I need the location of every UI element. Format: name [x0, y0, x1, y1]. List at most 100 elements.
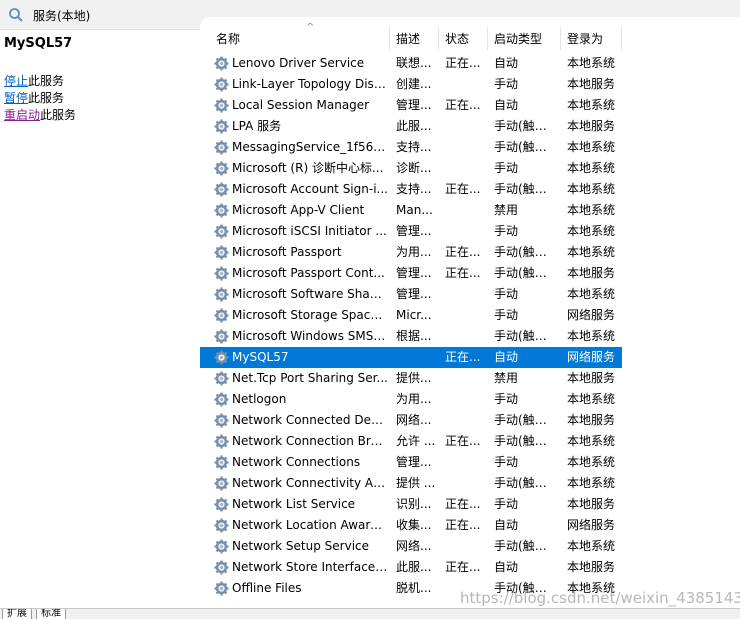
- table-row[interactable]: Microsoft Software Shad... 管理... 手动 本地系统: [200, 284, 622, 305]
- column-startup-type[interactable]: 启动类型: [488, 27, 561, 51]
- table-row[interactable]: Microsoft iSCSI Initiator ... 管理... 手动 本地系统: [200, 221, 622, 242]
- table-row[interactable]: Network Store Interface ... 此服... 正在... 自动 本…: [200, 557, 622, 578]
- service-status-cell: [445, 200, 487, 221]
- column-name[interactable]: ^ 名称: [210, 22, 390, 51]
- service-name-cell: Microsoft App-V Client: [232, 203, 365, 217]
- service-logon-cell: 本地系统: [567, 203, 616, 217]
- service-status-cell: [445, 284, 487, 305]
- service-description-cell: 诊断...: [396, 161, 432, 175]
- service-startup-cell: 手动: [494, 77, 519, 91]
- service-name-cell: Microsoft Storage Space...: [232, 308, 388, 322]
- service-gear-icon: [214, 161, 229, 176]
- service-description-cell: 管理...: [396, 224, 432, 238]
- service-gear-icon: [214, 518, 229, 533]
- service-status-cell: 正在...: [445, 497, 481, 511]
- service-gear-icon: [214, 98, 229, 113]
- table-row[interactable]: Microsoft Passport Cont... 管理... 正在... 手动(触…: [200, 263, 622, 284]
- service-name-cell: Microsoft Passport Cont...: [232, 266, 385, 280]
- service-status-cell: [445, 326, 487, 347]
- column-status[interactable]: 状态: [439, 27, 488, 51]
- service-name-cell: Microsoft Software Shad...: [232, 287, 388, 301]
- service-logon-cell: 网络服务: [567, 350, 616, 364]
- action-suffix: 此服务: [40, 108, 77, 122]
- service-description-cell: 提供 ...: [396, 476, 436, 490]
- service-logon-cell: 本地系统: [567, 98, 616, 112]
- table-row[interactable]: Microsoft Passport 为用... 正在... 手动(触发... 本地系统: [200, 242, 622, 263]
- service-status-cell: 正在...: [445, 518, 481, 532]
- service-name-cell: Offline Files: [232, 581, 302, 595]
- service-gear-icon: [214, 350, 229, 365]
- table-row[interactable]: Microsoft Windows SMS ... 根据... 手动(触发... 本地…: [200, 326, 622, 347]
- column-description[interactable]: 描述: [390, 27, 439, 51]
- service-status-cell: [445, 116, 487, 137]
- service-gear-icon: [214, 560, 229, 575]
- table-row[interactable]: Network Connections 管理... 手动 本地系统: [200, 452, 622, 473]
- table-row[interactable]: Network Connectivity Ass... 提供 ... 手动(触发..…: [200, 473, 622, 494]
- sort-up-icon: ^: [306, 22, 315, 33]
- service-gear-icon: [214, 245, 229, 260]
- pause-service-link[interactable]: 暂停: [4, 91, 28, 105]
- table-row[interactable]: Lenovo Driver Service 联想... 正在... 自动 本地系统: [200, 53, 622, 74]
- service-status-cell: 正在...: [445, 350, 481, 364]
- column-log-on-as[interactable]: 登录为: [561, 27, 622, 51]
- table-row[interactable]: Microsoft Account Sign-i... 支持... 正在... 手动(…: [200, 179, 622, 200]
- table-row[interactable]: Network Setup Service 网络... 手动(触发... 本地系统: [200, 536, 622, 557]
- service-description-cell: 支持...: [396, 140, 432, 154]
- table-row[interactable]: Network Connection Bro... 允许 ... 正在... 手动(触…: [200, 431, 622, 452]
- service-description-cell: 此服...: [396, 560, 432, 574]
- service-gear-icon: [214, 434, 229, 449]
- service-description-cell: [396, 347, 438, 368]
- action-suffix: 此服务: [28, 74, 65, 88]
- table-row[interactable]: MessagingService_1f568e5 支持... 手动(触发... 本地系…: [200, 137, 622, 158]
- table-row[interactable]: Microsoft Storage Space... Micr... 手动 网络服务: [200, 305, 622, 326]
- service-gear-icon: [214, 497, 229, 512]
- service-startup-cell: 手动(触发...: [494, 476, 558, 490]
- service-status-cell: [445, 452, 487, 473]
- service-logon-cell: 本地服务: [567, 119, 616, 133]
- table-row[interactable]: LPA 服务 此服... 手动(触发... 本地服务: [200, 116, 622, 137]
- table-row[interactable]: Link-Layer Topology Disc... 创建... 手动 本地服务: [200, 74, 622, 95]
- service-description-cell: 识别...: [396, 497, 432, 511]
- service-startup-cell: 自动: [494, 98, 519, 112]
- service-startup-cell: 禁用: [494, 371, 519, 385]
- service-startup-cell: 手动: [494, 224, 519, 238]
- restart-service-action: 重启动此服务: [4, 106, 76, 123]
- service-status-cell: [445, 536, 487, 557]
- table-row[interactable]: Network List Service 识别... 正在... 手动 本地服务: [200, 494, 622, 515]
- selected-service-name: MySQL57: [4, 36, 73, 51]
- table-row[interactable]: Microsoft App-V Client Man... 禁用 本地系统: [200, 200, 622, 221]
- service-description-cell: 收集...: [396, 518, 432, 532]
- service-startup-cell: 手动: [494, 161, 519, 175]
- service-gear-icon: [214, 581, 229, 596]
- table-row[interactable]: Microsoft (R) 诊断中心标... 诊断... 手动 本地系统: [200, 158, 622, 179]
- service-gear-icon: [214, 476, 229, 491]
- service-description-cell: 支持...: [396, 182, 432, 196]
- service-startup-cell: 手动(触发...: [494, 245, 558, 259]
- table-row[interactable]: Local Session Manager 管理... 正在... 自动 本地系统: [200, 95, 622, 116]
- table-row[interactable]: Network Connected Devi... 网络... 手动(触发... 本地…: [200, 410, 622, 431]
- service-logon-cell: 本地服务: [567, 497, 616, 511]
- service-name-cell: Microsoft Account Sign-i...: [232, 182, 388, 196]
- service-gear-icon: [214, 224, 229, 239]
- service-startup-cell: 禁用: [494, 203, 519, 217]
- service-startup-cell: 自动: [494, 518, 519, 532]
- restart-service-link[interactable]: 重启动: [4, 108, 40, 122]
- service-name-cell: Local Session Manager: [232, 98, 370, 112]
- table-row[interactable]: Network Location Aware... 收集... 正在... 自动 网络服…: [200, 515, 622, 536]
- service-status-cell: [445, 137, 487, 158]
- service-logon-cell: 本地系统: [567, 56, 616, 70]
- service-description-cell: 网络...: [396, 539, 432, 553]
- service-description-cell: Man...: [396, 203, 433, 217]
- service-status-cell: [445, 305, 487, 326]
- table-row[interactable]: Net.Tcp Port Sharing Ser... 提供... 禁用 本地服务: [200, 368, 622, 389]
- table-row[interactable]: Netlogon 为用... 手动 本地系统: [200, 389, 622, 410]
- service-description-cell: 脱机...: [396, 581, 432, 595]
- stop-service-link[interactable]: 停止: [4, 74, 28, 88]
- service-description-cell: 创建...: [396, 77, 432, 91]
- service-startup-cell: 手动(触发...: [494, 266, 558, 280]
- service-name-cell: Network Setup Service: [232, 539, 370, 553]
- service-description-cell: 管理...: [396, 455, 432, 469]
- service-gear-icon: [214, 455, 229, 470]
- service-gear-icon: [214, 287, 229, 302]
- table-row[interactable]: MySQL57 正在... 自动 网络服务: [200, 347, 622, 368]
